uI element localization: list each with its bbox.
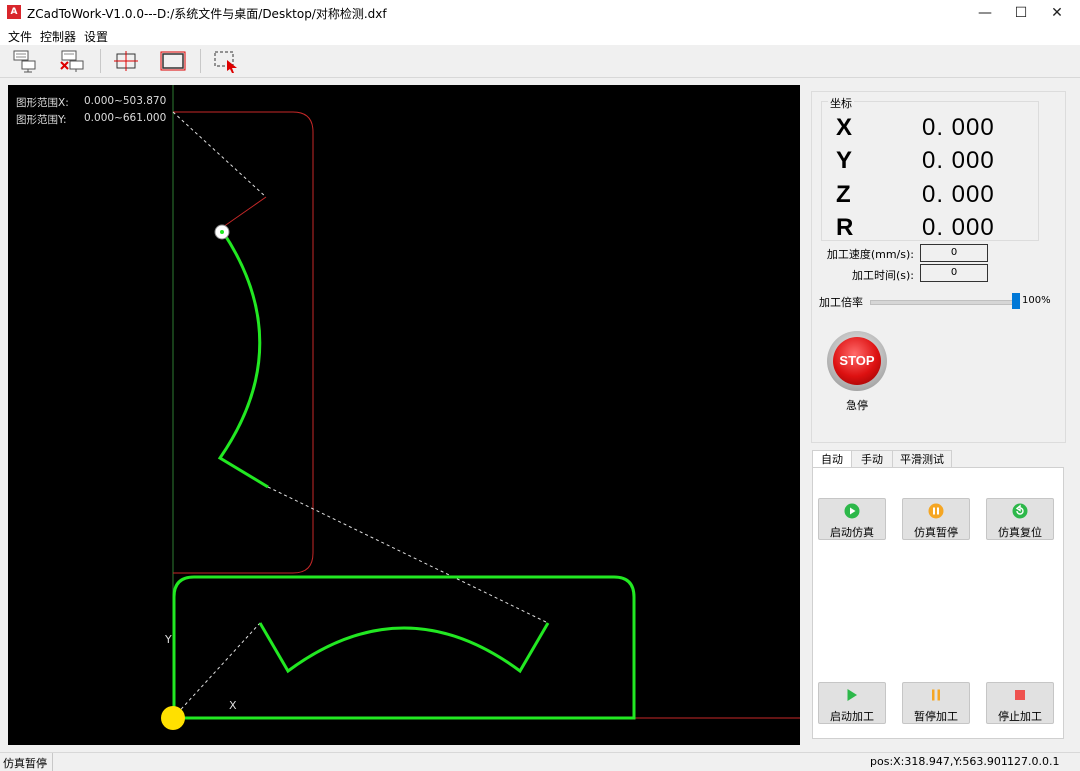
stop-text: STOP: [833, 337, 881, 385]
play-circle-icon: [844, 503, 860, 519]
toolbar: [0, 45, 1080, 78]
rapid-move: [172, 111, 267, 198]
axis-z-name: Z: [836, 181, 851, 208]
menu-file[interactable]: 文件: [8, 28, 32, 45]
rapid-move: [267, 486, 549, 624]
reset-simulation-label: 仿真复位: [998, 526, 1042, 539]
connect-icon[interactable]: [10, 48, 40, 74]
fit-view-icon[interactable]: [111, 48, 141, 74]
emergency-stop-label: 急停: [846, 399, 868, 412]
range-y-label: 图形范围Y:: [16, 114, 67, 126]
stop-machining-button[interactable]: 停止加工: [986, 682, 1054, 724]
app-icon: A: [7, 5, 21, 19]
reset-circle-icon: [1012, 503, 1028, 519]
status-separator: [52, 753, 53, 771]
start-simulation-label: 启动仿真: [830, 526, 874, 539]
pause-icon: [932, 689, 940, 701]
range-x-value: 0.000~503.870: [84, 95, 167, 107]
axis-y-value: 0. 000: [922, 147, 995, 174]
speed-field: 0: [920, 244, 988, 262]
start-machining-label: 启动加工: [830, 710, 874, 723]
status-ip: 127.0.0.1: [1007, 755, 1060, 768]
close-button[interactable]: ✕: [1034, 0, 1080, 26]
emergency-stop-button[interactable]: STOP: [827, 331, 887, 391]
axis-r-name: R: [836, 214, 854, 241]
pause-simulation-label: 仿真暂停: [914, 526, 958, 539]
toolbar-separator: [200, 49, 201, 73]
pause-machining-button[interactable]: 暂停加工: [902, 682, 970, 724]
axis-x-name: X: [836, 114, 853, 141]
pause-machining-label: 暂停加工: [914, 710, 958, 723]
rate-slider-thumb[interactable]: [1012, 293, 1020, 309]
frame-icon[interactable]: [158, 48, 188, 74]
pause-simulation-button[interactable]: 仿真暂停: [902, 498, 970, 540]
window-title: ZCadToWork-V1.0.0---D:/系统文件与桌面/Desktop/对…: [27, 7, 387, 21]
toolbar-separator: [100, 49, 101, 73]
select-icon[interactable]: [211, 48, 241, 74]
start-simulation-button[interactable]: 启动仿真: [818, 498, 886, 540]
status-bar: 仿真暂停 pos:X:318.947,Y:563.901 127.0.0.1: [0, 752, 1080, 771]
pause-circle-icon: [928, 503, 944, 519]
start-machining-button[interactable]: 启动加工: [818, 682, 886, 724]
rate-label: 加工倍率: [819, 296, 863, 309]
tab-manual[interactable]: 手动: [851, 450, 893, 468]
range-y-value: 0.000~661.000: [84, 112, 167, 124]
axis-z-value: 0. 000: [922, 181, 995, 208]
coordinate-legend: 坐标: [828, 95, 854, 111]
status-position: pos:X:318.947,Y:563.901: [870, 755, 1008, 768]
play-icon: [847, 689, 857, 701]
rapid-move: [172, 622, 261, 719]
tab-smooth-test[interactable]: 平滑测试: [892, 450, 952, 468]
stop-machining-label: 停止加工: [998, 710, 1042, 723]
time-field: 0: [920, 264, 988, 282]
axis-r-value: 0. 000: [922, 214, 995, 241]
toolpath-frame: [172, 575, 636, 720]
toolpath-upper: [217, 231, 269, 489]
disconnect-icon[interactable]: [58, 48, 88, 74]
axis-y-label: Y: [165, 633, 172, 646]
origin-marker: [161, 706, 185, 730]
coordinate-group: 坐标 X 0. 000 Y 0. 000 Z 0. 000 R 0. 000: [821, 95, 1039, 241]
axis-x-value: 0. 000: [922, 114, 995, 141]
auto-tab-panel: 启动仿真 仿真暂停 仿真复位 启动加工 暂停加工 停止加工: [812, 467, 1064, 739]
status-text: 仿真暂停: [3, 757, 47, 770]
range-x-label: 图形范围X:: [16, 97, 69, 109]
boundary-segment: [222, 196, 267, 228]
speed-label: 加工速度(mm/s):: [826, 248, 914, 261]
drawing-canvas[interactable]: 图形范围X: 0.000~503.870 图形范围Y: 0.000~661.00…: [8, 85, 800, 745]
axis-y-name: Y: [836, 147, 853, 174]
rate-value: 100%: [1022, 295, 1051, 306]
reset-simulation-button[interactable]: 仿真复位: [986, 498, 1054, 540]
time-label: 加工时间(s):: [851, 269, 914, 282]
toolpath-drawing: [161, 85, 800, 730]
rate-slider-track[interactable]: [870, 300, 1018, 305]
title-bar: A ZCadToWork-V1.0.0---D:/系统文件与桌面/Desktop…: [0, 0, 1080, 26]
stop-icon: [1015, 690, 1025, 700]
axis-x-label: X: [229, 699, 237, 712]
menu-settings[interactable]: 设置: [84, 28, 108, 45]
menu-controller[interactable]: 控制器: [40, 28, 76, 45]
menu-bar: 文件 控制器 设置: [0, 26, 1080, 45]
boundary-outline: [173, 111, 314, 574]
toolpath-wave: [258, 622, 550, 674]
